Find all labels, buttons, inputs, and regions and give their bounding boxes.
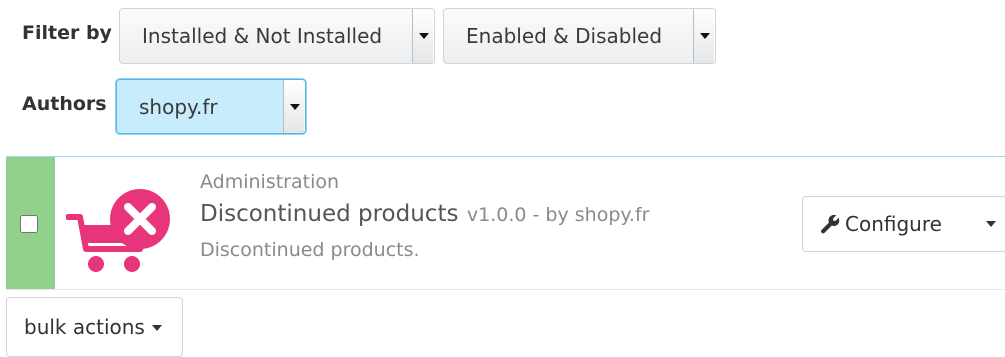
- caret-down-icon: [151, 325, 162, 331]
- configure-button[interactable]: Configure: [803, 197, 973, 251]
- authors-label: Authors: [22, 93, 107, 115]
- module-row: Administration Discontinued products v1.…: [6, 156, 1005, 290]
- chevron-down-icon[interactable]: [283, 80, 305, 133]
- bulk-actions-button[interactable]: bulk actions: [6, 297, 183, 357]
- bulk-actions-label: bulk actions: [24, 315, 145, 339]
- filter-by-label: Filter by: [22, 22, 112, 44]
- status-filter-value: Enabled & Disabled: [466, 24, 663, 48]
- authors-filter-value: shopy.fr: [139, 94, 218, 119]
- wrench-icon: [821, 214, 840, 234]
- configure-label: Configure: [845, 212, 942, 236]
- install-filter-value: Installed & Not Installed: [142, 24, 383, 48]
- module-description: Discontinued products.: [200, 239, 420, 261]
- status-filter-select[interactable]: Enabled & Disabled: [443, 8, 716, 64]
- cart-remove-icon: [66, 189, 170, 272]
- module-name: Discontinued products: [200, 201, 459, 227]
- module-select-checkbox[interactable]: [20, 215, 38, 233]
- module-title-line: Discontinued products v1.0.0 - by shopy.…: [200, 201, 649, 227]
- chevron-down-icon[interactable]: [412, 9, 434, 63]
- chevron-down-icon[interactable]: [973, 197, 1005, 251]
- chevron-down-icon[interactable]: [693, 9, 715, 63]
- configure-button-group: Configure: [802, 196, 1005, 252]
- install-filter-select[interactable]: Installed & Not Installed: [119, 8, 435, 64]
- authors-filter-select[interactable]: shopy.fr: [116, 79, 306, 134]
- module-version-author: v1.0.0 - by shopy.fr: [466, 204, 650, 226]
- module-category: Administration: [200, 171, 340, 193]
